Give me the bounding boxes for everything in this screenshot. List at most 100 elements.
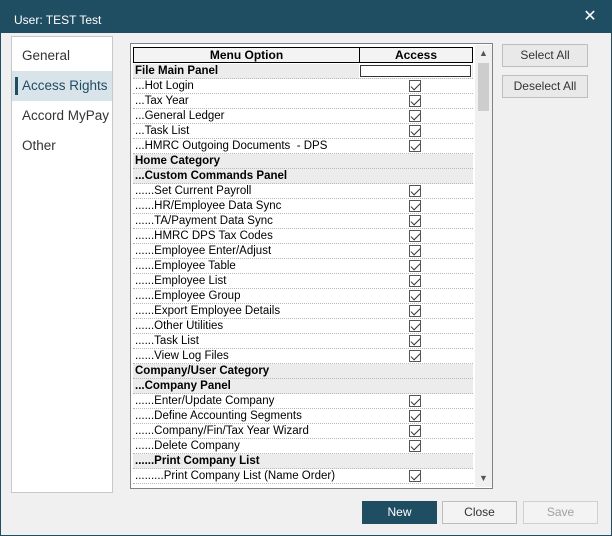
- access-checkbox[interactable]: [409, 260, 421, 272]
- table-row[interactable]: ......Employee Table: [133, 259, 473, 274]
- access-cell: [359, 94, 473, 108]
- sidebar-item-general[interactable]: General: [12, 41, 112, 71]
- table-row[interactable]: ......Employee Group: [133, 289, 473, 304]
- sidebar-item-accord-mypay[interactable]: Accord MyPay: [12, 101, 112, 131]
- row-label: ......Company/Fin/Tax Year Wizard: [135, 425, 309, 437]
- table-row[interactable]: ......HR/Employee Data Sync: [133, 199, 473, 214]
- access-checkbox[interactable]: [409, 305, 421, 317]
- table-row[interactable]: ...Task List: [133, 124, 473, 139]
- access-checkbox[interactable]: [409, 95, 421, 107]
- row-label: ......Export Employee Details: [135, 305, 281, 317]
- access-grid: Menu Option Access File Main Panel ...Hot…: [130, 43, 493, 489]
- access-cell: [359, 304, 473, 318]
- close-button[interactable]: Close: [442, 501, 517, 524]
- row-label: Company/User Category: [135, 365, 270, 377]
- scroll-thumb[interactable]: [478, 63, 489, 111]
- sidebar-item-other[interactable]: Other: [12, 131, 112, 161]
- table-row[interactable]: ......Task List: [133, 334, 473, 349]
- access-cell[interactable]: [359, 379, 473, 393]
- row-label: ...Task List: [135, 125, 190, 137]
- row-label: .........Print Company List (Name Order): [135, 470, 336, 482]
- row-label: ...Hot Login: [135, 80, 194, 92]
- user-dialog: User: TEST Test ✕ General Access Rights …: [0, 3, 612, 536]
- category-row[interactable]: ...Company Panel: [133, 379, 473, 394]
- new-button[interactable]: New: [362, 501, 437, 524]
- access-cell[interactable]: [359, 364, 473, 378]
- column-header-menu-option[interactable]: Menu Option: [134, 48, 360, 62]
- access-checkbox[interactable]: [409, 290, 421, 302]
- access-cell[interactable]: [359, 64, 472, 78]
- table-row[interactable]: ...HMRC Outgoing Documents - DPS: [133, 139, 473, 154]
- category-row[interactable]: Home Category: [133, 154, 473, 169]
- access-cell[interactable]: [359, 454, 473, 468]
- row-label: ......Other Utilities: [135, 320, 224, 332]
- access-checkbox[interactable]: [409, 410, 421, 422]
- table-row[interactable]: ...Hot Login: [133, 79, 473, 94]
- table-row[interactable]: .........Print Company List (Name Order): [133, 469, 473, 484]
- access-checkbox[interactable]: [409, 275, 421, 287]
- select-all-button[interactable]: Select All: [502, 44, 588, 67]
- vertical-scrollbar[interactable]: ▲ ▼: [475, 45, 492, 487]
- access-checkbox[interactable]: [409, 140, 421, 152]
- access-cell[interactable]: [359, 169, 473, 183]
- access-cell: [359, 259, 473, 273]
- close-icon[interactable]: ✕: [581, 8, 599, 26]
- table-row[interactable]: ......Other Utilities: [133, 319, 473, 334]
- category-row[interactable]: Company/User Category: [133, 364, 473, 379]
- access-cell: [359, 394, 473, 408]
- row-label: ......View Log Files: [135, 350, 229, 362]
- access-cell[interactable]: [359, 154, 473, 168]
- row-label: ......Employee Group: [135, 290, 241, 302]
- table-row[interactable]: ......Set Current Payroll: [133, 184, 473, 199]
- row-label: Home Category: [135, 155, 220, 167]
- table-row[interactable]: ...General Ledger: [133, 109, 473, 124]
- category-row[interactable]: ...Custom Commands Panel: [133, 169, 473, 184]
- table-row[interactable]: ......Delete Company: [133, 439, 473, 454]
- access-checkbox[interactable]: [409, 440, 421, 452]
- category-row[interactable]: File Main Panel: [133, 64, 473, 79]
- table-row[interactable]: ......Employee Enter/Adjust: [133, 244, 473, 259]
- save-button[interactable]: Save: [523, 501, 598, 524]
- table-row[interactable]: ......Enter/Update Company: [133, 394, 473, 409]
- table-row[interactable]: ......Define Accounting Segments: [133, 409, 473, 424]
- column-header-access[interactable]: Access: [360, 48, 472, 62]
- access-checkbox[interactable]: [409, 215, 421, 227]
- row-label: ...General Ledger: [135, 110, 225, 122]
- access-checkbox[interactable]: [409, 125, 421, 137]
- category-row[interactable]: ......Print Company List: [133, 454, 473, 469]
- access-checkbox[interactable]: [409, 200, 421, 212]
- access-checkbox[interactable]: [409, 395, 421, 407]
- table-row[interactable]: ......HMRC DPS Tax Codes: [133, 229, 473, 244]
- access-checkbox[interactable]: [409, 80, 421, 92]
- table-row[interactable]: ......TA/Payment Data Sync: [133, 214, 473, 229]
- row-label: ......Enter/Update Company: [135, 395, 275, 407]
- table-row[interactable]: ......View Log Files: [133, 349, 473, 364]
- access-cell: [359, 79, 473, 93]
- table-row[interactable]: ......Export Employee Details: [133, 304, 473, 319]
- access-checkbox[interactable]: [409, 185, 421, 197]
- deselect-all-button[interactable]: Deselect All: [502, 75, 588, 98]
- access-checkbox[interactable]: [409, 350, 421, 362]
- access-checkbox[interactable]: [409, 245, 421, 257]
- access-checkbox[interactable]: [409, 230, 421, 242]
- table-row[interactable]: ......Company/Fin/Tax Year Wizard: [133, 424, 473, 439]
- table-row[interactable]: ......Employee List: [133, 274, 473, 289]
- sidebar-item-access-rights[interactable]: Access Rights: [12, 71, 112, 101]
- row-label: ...Company Panel: [135, 380, 231, 392]
- access-checkbox[interactable]: [409, 425, 421, 437]
- access-checkbox[interactable]: [409, 470, 421, 482]
- row-label: ......HR/Employee Data Sync: [135, 200, 282, 212]
- access-checkbox[interactable]: [409, 320, 421, 332]
- row-label: ......Employee List: [135, 275, 227, 287]
- scroll-up-icon[interactable]: ▲: [475, 45, 492, 62]
- row-label: ...HMRC Outgoing Documents - DPS: [135, 140, 328, 152]
- access-cell: [359, 229, 473, 243]
- sidebar-nav: General Access Rights Accord MyPay Other: [11, 36, 113, 493]
- title-bar: User: TEST Test ✕: [1, 4, 611, 33]
- row-label: ......Employee Table: [135, 260, 236, 272]
- table-row[interactable]: ...Tax Year: [133, 94, 473, 109]
- access-checkbox[interactable]: [409, 110, 421, 122]
- scroll-down-icon[interactable]: ▼: [475, 470, 492, 487]
- access-checkbox[interactable]: [409, 335, 421, 347]
- access-cell: [359, 439, 473, 453]
